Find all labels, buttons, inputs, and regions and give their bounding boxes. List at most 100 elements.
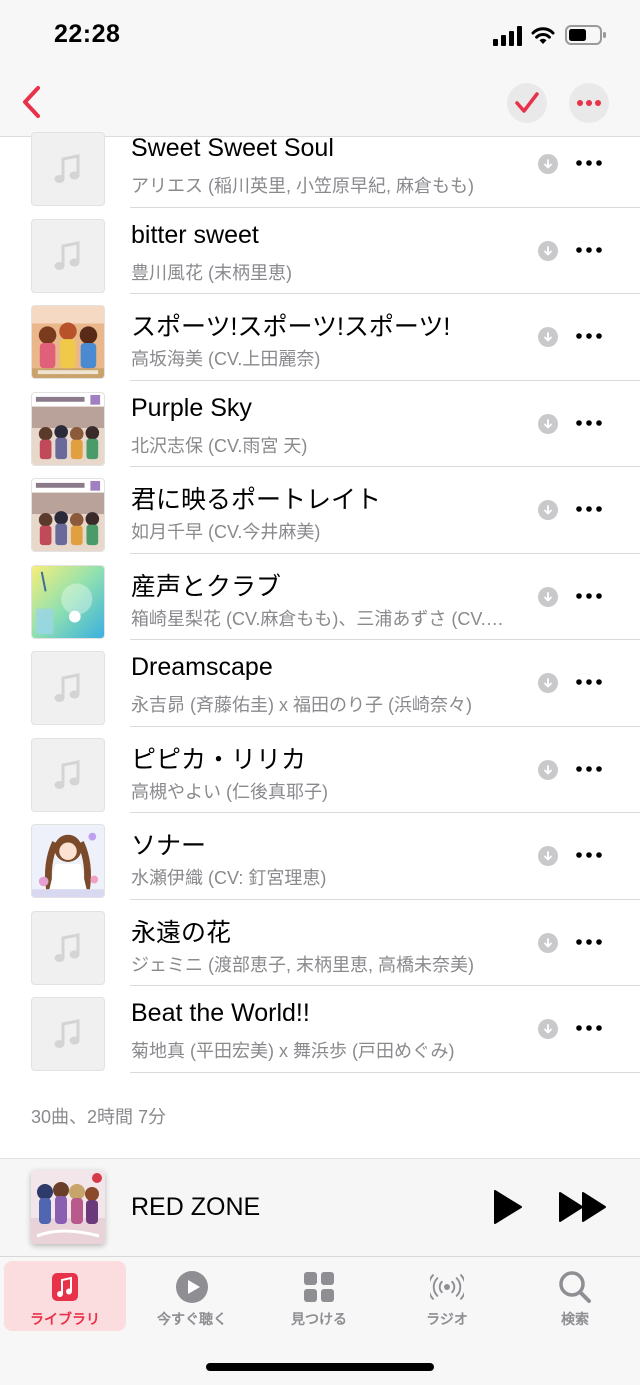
song-row[interactable]: 君に映るポートレイト 如月千早 (CV.今井麻美) bbox=[0, 467, 640, 554]
now-playing-title: RED ZONE bbox=[131, 1193, 261, 1221]
song-title: 産声とクラブ bbox=[131, 572, 282, 601]
tab-search[interactable]: 検索 bbox=[514, 1261, 636, 1331]
song-artist: 豊川風花 (末柄里恵) bbox=[131, 262, 292, 283]
ellipsis-icon bbox=[576, 1025, 602, 1031]
ellipsis-icon bbox=[576, 506, 602, 512]
row-more-button[interactable] bbox=[572, 411, 606, 435]
checkmark-icon bbox=[515, 92, 539, 113]
ellipsis-icon bbox=[576, 679, 602, 685]
ellipsis-icon bbox=[576, 592, 602, 599]
downloaded-icon bbox=[538, 673, 558, 693]
tab-library[interactable]: ライブラリ bbox=[4, 1261, 126, 1331]
downloaded-icon bbox=[538, 327, 558, 347]
play-button[interactable] bbox=[490, 1187, 526, 1227]
search-icon bbox=[558, 1270, 592, 1304]
row-more-button[interactable] bbox=[572, 930, 606, 954]
song-artist: 水瀬伊織 (CV: 釘宮理恵) bbox=[131, 868, 327, 888]
play-circle-icon bbox=[175, 1270, 209, 1304]
song-title: bitter sweet bbox=[131, 220, 259, 249]
screen: 22:28 Sweet Sweet Soul アリエス (稲川英里, 小笠原早紀… bbox=[0, 0, 640, 1385]
downloaded-icon bbox=[538, 1019, 558, 1039]
row-more-button[interactable] bbox=[572, 670, 606, 694]
downloaded-icon bbox=[538, 846, 558, 866]
song-artist: 如月千早 (CV.今井麻美) bbox=[131, 522, 321, 542]
tab-listen-now[interactable]: 今すぐ聴く bbox=[131, 1261, 253, 1331]
song-artist: 高槻やよい (仁後真耶子) bbox=[131, 781, 328, 802]
song-artist: 北沢志保 (CV.雨宮 天) bbox=[131, 435, 308, 456]
song-title: Sweet Sweet Soul bbox=[131, 134, 334, 162]
tab-browse[interactable]: 見つける bbox=[258, 1261, 380, 1331]
song-row[interactable]: Dreamscape 永吉昴 (斉藤佑圭) x 福田のり子 (浜崎奈々) bbox=[0, 640, 640, 727]
ellipsis-icon bbox=[577, 100, 601, 106]
music-note-icon bbox=[48, 1270, 82, 1304]
song-artist: 箱崎星梨花 (CV.麻倉もも)、三浦あずさ (CV.… bbox=[131, 608, 504, 629]
row-more-button[interactable] bbox=[572, 584, 606, 608]
grid-icon bbox=[302, 1270, 336, 1304]
tab-radio[interactable]: ラジオ bbox=[386, 1261, 508, 1331]
row-more-button[interactable] bbox=[572, 497, 606, 521]
skip-forward-button[interactable] bbox=[556, 1187, 612, 1227]
album-artwork bbox=[31, 478, 105, 552]
song-title: Dreamscape bbox=[131, 653, 273, 681]
song-title: ソナー bbox=[131, 832, 207, 860]
song-artist: 菊地真 (平田宏美) x 舞浜歩 (戸田めぐみ) bbox=[131, 1041, 455, 1061]
row-more-button[interactable] bbox=[572, 1016, 606, 1040]
album-artwork bbox=[31, 218, 105, 293]
song-row[interactable]: Sweet Sweet Soul アリエス (稲川英里, 小笠原早紀, 麻倉もも… bbox=[0, 121, 640, 208]
downloaded-icon bbox=[538, 586, 558, 607]
now-playing-artwork bbox=[31, 1170, 105, 1244]
ellipsis-icon bbox=[576, 852, 602, 858]
status-bar: 22:28 bbox=[0, 0, 640, 70]
song-row[interactable]: Beat the World!! 菊地真 (平田宏美) x 舞浜歩 (戸田めぐみ… bbox=[0, 986, 640, 1073]
row-more-button[interactable] bbox=[572, 238, 606, 262]
song-title: スポーツ!スポーツ!スポーツ! bbox=[131, 313, 451, 341]
song-title: Purple Sky bbox=[131, 393, 252, 422]
song-title: Beat the World!! bbox=[131, 999, 310, 1027]
more-options-button[interactable] bbox=[569, 83, 609, 123]
album-artwork bbox=[31, 997, 105, 1071]
ellipsis-icon bbox=[576, 419, 602, 426]
song-artist: アリエス (稲川英里, 小笠原早紀, 麻倉もも) bbox=[131, 176, 474, 196]
ellipsis-icon bbox=[576, 333, 602, 339]
home-indicator[interactable] bbox=[206, 1363, 434, 1371]
done-button[interactable] bbox=[507, 83, 547, 123]
song-title: ピピカ・リリカ bbox=[131, 745, 307, 774]
song-row[interactable]: Purple Sky 北沢志保 (CV.雨宮 天) bbox=[0, 381, 640, 468]
song-row[interactable]: bitter sweet 豊川風花 (末柄里恵) bbox=[0, 208, 640, 295]
back-button[interactable] bbox=[14, 80, 50, 124]
row-more-button[interactable] bbox=[572, 843, 606, 867]
song-row[interactable]: 永遠の花 ジェミニ (渡部恵子, 末柄里恵, 高橋未奈美) bbox=[0, 900, 640, 987]
song-row[interactable]: ピピカ・リリカ 高槻やよい (仁後真耶子) bbox=[0, 727, 640, 814]
ellipsis-icon bbox=[576, 765, 602, 772]
downloaded-icon bbox=[538, 759, 558, 780]
ellipsis-icon bbox=[576, 246, 602, 253]
song-row[interactable]: スポーツ!スポーツ!スポーツ! 高坂海美 (CV.上田麗奈) bbox=[0, 294, 640, 381]
battery-icon bbox=[565, 25, 606, 45]
row-more-button[interactable] bbox=[572, 151, 606, 175]
song-row[interactable]: ソナー 水瀬伊織 (CV: 釘宮理恵) bbox=[0, 813, 640, 900]
status-time: 22:28 bbox=[54, 20, 121, 48]
song-title: 永遠の花 bbox=[131, 918, 232, 947]
chevron-left-icon bbox=[23, 86, 40, 118]
downloaded-icon bbox=[538, 154, 558, 174]
song-list: Sweet Sweet Soul アリエス (稲川英里, 小笠原早紀, 麻倉もも… bbox=[0, 121, 640, 1073]
album-artwork bbox=[31, 305, 105, 379]
radio-icon bbox=[430, 1270, 464, 1304]
downloaded-icon bbox=[538, 932, 558, 953]
song-artist: ジェミニ (渡部恵子, 末柄里恵, 高橋未奈美) bbox=[131, 954, 474, 975]
album-artwork bbox=[31, 564, 105, 639]
row-more-button[interactable] bbox=[572, 324, 606, 348]
row-more-button[interactable] bbox=[572, 757, 606, 781]
song-count-duration: 30曲、2時間 7分 bbox=[31, 1107, 167, 1127]
downloaded-icon bbox=[538, 413, 558, 434]
album-artwork bbox=[31, 824, 105, 898]
mini-player[interactable]: RED ZONE bbox=[0, 1158, 640, 1256]
song-artist: 永吉昴 (斉藤佑圭) x 福田のり子 (浜崎奈々) bbox=[131, 695, 472, 715]
tab-bar: ライブラリ 今すぐ聴く 見つける ラジオ 検索 bbox=[0, 1256, 640, 1385]
ellipsis-icon bbox=[576, 160, 602, 166]
album-artwork bbox=[31, 391, 105, 466]
song-row[interactable]: 産声とクラブ 箱崎星梨花 (CV.麻倉もも)、三浦あずさ (CV.… bbox=[0, 554, 640, 641]
album-artwork bbox=[31, 910, 105, 985]
album-artwork bbox=[31, 132, 105, 206]
song-artist: 高坂海美 (CV.上田麗奈) bbox=[131, 349, 321, 369]
